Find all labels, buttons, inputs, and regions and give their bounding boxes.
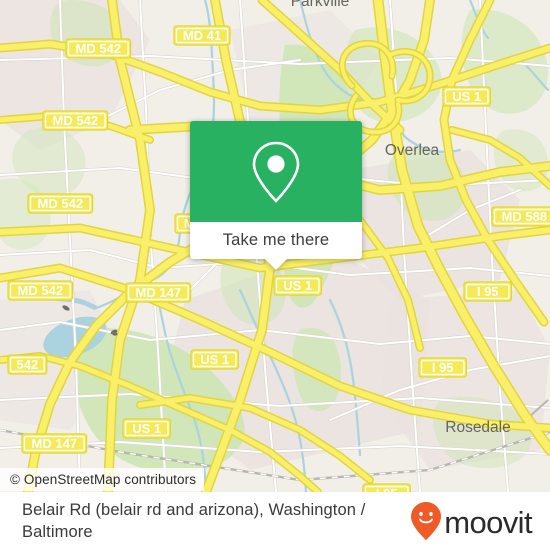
road-shield-label: MD 542 [53, 113, 99, 128]
moovit-smiling-pin-icon [411, 502, 442, 540]
location-title: Belair Rd (belair rd and arizona), Washi… [22, 500, 366, 541]
road-shield: I 95 [463, 281, 513, 302]
card-footer[interactable]: Take me there [190, 222, 362, 270]
moovit-map-screenshot: Parkville Overlea Rosedale MD 542 MD 41 US 1… [0, 0, 550, 550]
road-shield: MD 542 [7, 280, 74, 301]
osm-attribution[interactable]: © OpenStreetMap contributors [0, 468, 205, 491]
take-me-there-label: Take me there [222, 231, 330, 249]
road-shield-label: MD 542 [18, 283, 64, 298]
map-place-label: Rosedale [445, 419, 511, 436]
road-shield: MD 147 [125, 282, 192, 303]
road-shield-label: MD 147 [32, 436, 78, 451]
road-shield: MD 542 [65, 38, 132, 59]
card-header [190, 121, 362, 222]
road-shield-label: MD 542 [76, 41, 122, 56]
road-shield-label: US 1 [200, 352, 229, 367]
road-shield: US 1 [273, 275, 323, 296]
take-me-there-card[interactable]: Take me there [190, 121, 362, 270]
road-shield: MD 147 [21, 433, 88, 454]
road-shield: MD 542 [27, 193, 94, 214]
road-shield: I 95 [418, 357, 468, 378]
road-shield: MD 41 [173, 25, 231, 46]
road-shield-label: US 1 [283, 278, 312, 293]
road-shield-label: I 95 [432, 360, 454, 375]
moovit-wordmark: moovit [444, 504, 532, 540]
moovit-logo[interactable]: moovit [410, 501, 550, 541]
road-shield: US 1 [122, 418, 172, 439]
road-shield: I 95 [362, 483, 411, 492]
card-pointer-tail [265, 259, 287, 270]
map-place-label: Parkville [291, 0, 350, 10]
road-shield: 542 [7, 354, 48, 375]
road-shield-label: US 1 [452, 89, 481, 104]
road-shield-label: MD 542 [38, 196, 84, 211]
road-shield-label: US 1 [132, 421, 161, 436]
bottom-bar: Belair Rd (belair rd and arizona), Washi… [0, 492, 550, 550]
location-pin-icon [252, 141, 300, 203]
road-shield: MD 588 [491, 206, 550, 227]
road-shield-label: 542 [17, 357, 39, 372]
road-shield-label: I 95 [477, 284, 499, 299]
road-shield-label: MD 147 [136, 285, 182, 300]
map-place-label: Overlea [385, 142, 440, 159]
road-shield: MD 542 [42, 110, 109, 131]
road-shield-label: MD 588 [502, 209, 548, 224]
road-shield-label: MD 41 [183, 28, 221, 43]
road-shield: US 1 [442, 86, 492, 107]
road-shield: US 1 [190, 349, 240, 370]
